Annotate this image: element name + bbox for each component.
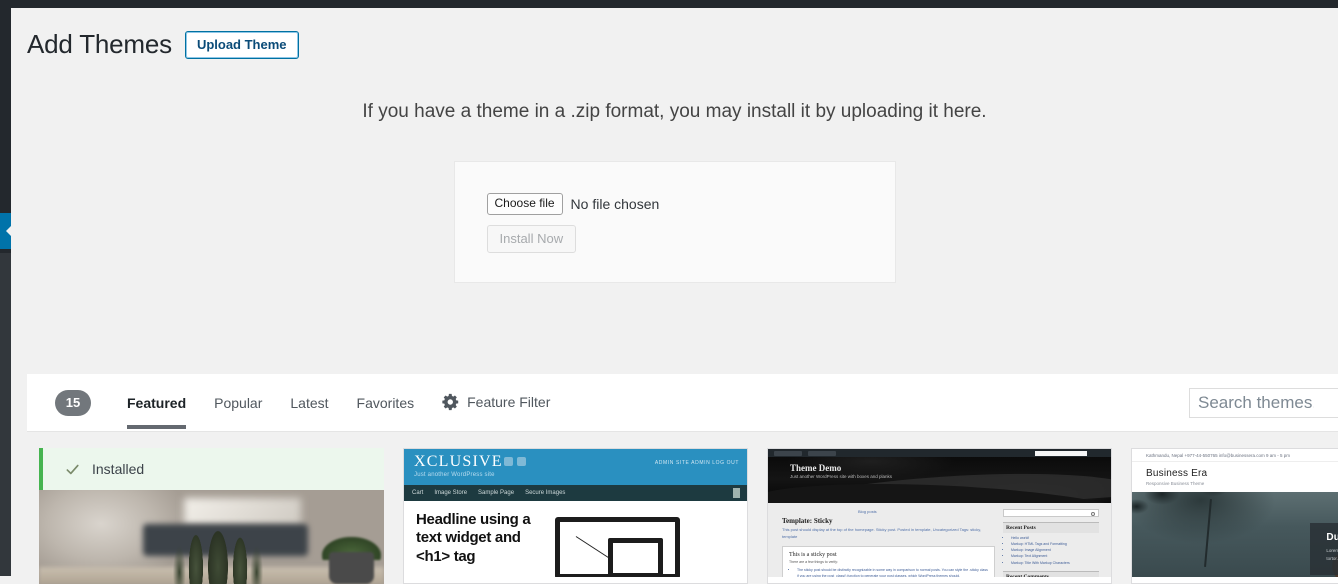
xclusive-nav-image-store: Image Store	[434, 490, 467, 496]
search-input[interactable]	[1189, 388, 1338, 418]
demo-breadcrumb: Blog posts	[858, 509, 995, 514]
theme-card-theme-demo[interactable]: Theme Demo Just another WordPress site w…	[767, 448, 1112, 584]
social-icon-2	[517, 457, 526, 466]
theme-filter-tabs: Featured Popular Latest Favorites Featur…	[113, 376, 550, 430]
install-now-button[interactable]: Install Now	[487, 225, 577, 253]
screenshot-sofa	[143, 524, 309, 556]
installed-notice: Installed	[39, 448, 384, 490]
tab-favorites[interactable]: Favorites	[343, 376, 429, 430]
demo-card-heading: This is a sticky post	[789, 552, 988, 558]
tab-featured[interactable]: Featured	[113, 376, 200, 430]
tab-latest[interactable]: Latest	[276, 376, 342, 430]
theme-card-business-era[interactable]: Kathmandu, Nepal +977-44-550765 info@bus…	[1131, 448, 1338, 584]
demo-widget-title-recent-posts: Recent Posts	[1003, 522, 1099, 533]
page-title: Add Themes	[27, 28, 172, 62]
search-icon	[1091, 512, 1095, 516]
social-icon-1	[504, 457, 513, 466]
theme-screenshot-1[interactable]	[39, 490, 384, 584]
business-hero-text: Lorem ipsum dolor sit amet, consectetur …	[1326, 547, 1338, 564]
demo-post-title: Template: Sticky	[782, 517, 995, 525]
demo-main-column: Blog posts Template: Sticky This post sh…	[782, 509, 995, 577]
wp-admin-bar	[0, 0, 1338, 8]
xclusive-nav-secure-images: Secure Images	[525, 490, 565, 496]
theme-filter-bar: 15 Featured Popular Latest Favorites Fea…	[27, 374, 1338, 432]
xclusive-tagline: Just another WordPress site	[414, 472, 747, 478]
screenshot-plant-pot	[329, 552, 374, 584]
check-icon	[65, 462, 80, 477]
demo-tagline: Just another WordPress site with boxes a…	[790, 474, 892, 479]
artwork-arrow	[576, 536, 612, 560]
artwork-inner-box	[608, 538, 663, 577]
business-hero-title: Duis et fermen	[1326, 532, 1338, 543]
wp-admin-sidebar-menu[interactable]	[0, 8, 11, 576]
wp-body: Add Themes Upload Theme If you have a th…	[11, 8, 1338, 576]
demo-card-item: The sticky post should be distinctly rec…	[797, 567, 988, 577]
xclusive-body: Headline using a text widget and <h1> ta…	[404, 501, 747, 577]
feature-filter-button[interactable]: Feature Filter	[442, 393, 550, 411]
upload-instructions: If you have a theme in a .zip format, yo…	[11, 99, 1338, 126]
demo-sticky-card: This is a sticky post There are a few th…	[782, 546, 995, 577]
business-hero-overlay: Duis et fermen Lorem ipsum dolor sit ame…	[1310, 523, 1338, 576]
xclusive-social-icons	[504, 457, 526, 466]
tab-popular[interactable]: Popular	[200, 376, 276, 430]
xclusive-nav-cart: Cart	[412, 490, 423, 496]
page-header: Add Themes Upload Theme	[11, 8, 1338, 64]
admin-bar-chip-1	[774, 451, 802, 456]
gear-icon	[442, 393, 460, 411]
demo-site-title: Theme Demo	[790, 463, 841, 473]
theme-screenshot-2[interactable]: XCLUSIVE Just another WordPress site ADM…	[404, 449, 747, 577]
xclusive-nav-sample-page: Sample Page	[478, 490, 514, 496]
admin-bar-search-chip	[1035, 451, 1087, 456]
demo-card-list: The sticky post should be distinctly rec…	[797, 567, 988, 577]
demo-content: Blog posts Template: Sticky This post sh…	[768, 503, 1111, 577]
business-brand-block: Business Era Responsive Business Theme	[1146, 468, 1207, 486]
theme-count-badge: 15	[55, 390, 91, 416]
xclusive-header: XCLUSIVE Just another WordPress site ADM…	[404, 449, 747, 485]
xclusive-nav: Cart Image Store Sample Page Secure Imag…	[404, 485, 747, 501]
xclusive-artwork	[555, 517, 680, 577]
themes-grid: Installed XCLUSIVE Just another WordPres…	[27, 448, 1338, 584]
demo-widget-title-recent-comments: Recent Comments	[1003, 571, 1099, 577]
file-input-row: Choose file No file chosen	[487, 193, 895, 216]
theme-card-installed[interactable]: Installed	[39, 448, 384, 584]
theme-browser: Installed XCLUSIVE Just another WordPres…	[27, 448, 1338, 584]
upload-form-box: Choose file No file chosen Install Now	[454, 161, 896, 283]
feature-filter-label: Feature Filter	[467, 394, 550, 410]
business-hero: Duis et fermen Lorem ipsum dolor sit ame…	[1132, 492, 1338, 577]
demo-widget-list-recent-posts: Hello world! Markup: HTML Tags and Forma…	[1011, 535, 1099, 566]
cart-icon	[733, 488, 740, 498]
theme-search-wrap	[1189, 388, 1338, 418]
theme-card-xclusive[interactable]: XCLUSIVE Just another WordPress site ADM…	[403, 448, 748, 584]
business-brand-subtitle: Responsive Business Theme	[1146, 481, 1207, 486]
demo-sidebar-search	[1003, 509, 1099, 517]
demo-card-intro: There are a few things to verify:	[789, 560, 988, 564]
demo-sidebar: Recent Posts Hello world! Markup: HTML T…	[1003, 509, 1099, 577]
admin-bar-chip-2	[808, 451, 836, 456]
demo-admin-bar	[768, 449, 1111, 457]
choose-file-button[interactable]: Choose file	[487, 193, 563, 216]
file-chosen-status: No file chosen	[571, 196, 660, 212]
business-header: Business Era Responsive Business Theme H…	[1132, 462, 1338, 492]
admin-menu-lower-section	[0, 253, 11, 576]
hero-tree-foliage	[1132, 492, 1324, 558]
theme-upload-area: If you have a theme in a .zip format, yo…	[11, 99, 1338, 283]
business-topbar: Kathmandu, Nepal +977-44-550765 info@bus…	[1132, 449, 1338, 462]
theme-screenshot-4[interactable]: Kathmandu, Nepal +977-44-550765 info@bus…	[1132, 449, 1338, 577]
demo-hero: Theme Demo Just another WordPress site w…	[768, 457, 1111, 503]
xclusive-headline: Headline using a text widget and <h1> ta…	[416, 511, 541, 577]
upload-theme-button[interactable]: Upload Theme	[185, 31, 299, 60]
list-item: Markup: Title With Markup Characters	[1011, 560, 1099, 566]
installed-notice-text: Installed	[92, 461, 144, 477]
demo-post-meta: This post should display at the top of t…	[782, 527, 995, 541]
xclusive-admin-links: ADMIN SITE ADMIN LOG OUT	[655, 460, 739, 466]
theme-screenshot-3[interactable]: Theme Demo Just another WordPress site w…	[768, 449, 1111, 577]
business-brand-name: Business Era	[1146, 468, 1207, 479]
